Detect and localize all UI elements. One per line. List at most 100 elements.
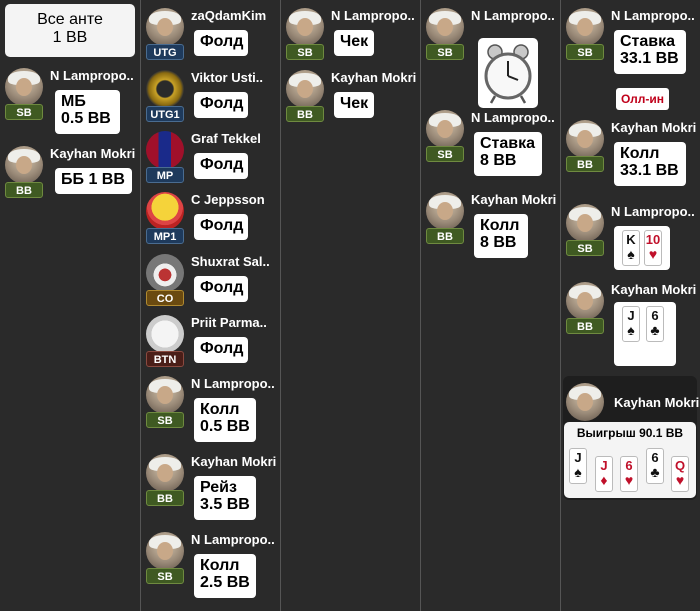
action-label: Фолд <box>194 30 248 56</box>
position-badge: SB <box>146 412 184 428</box>
avatar <box>566 282 604 320</box>
player-name: Shuxrat Sal.. <box>191 254 270 269</box>
winner-name: Kayhan Mokri <box>614 395 700 410</box>
player-name: Graf Tekkel <box>191 131 261 146</box>
avatar <box>5 146 43 184</box>
avatar <box>426 8 464 46</box>
avatar <box>286 8 324 46</box>
avatar <box>566 204 604 242</box>
playing-card: 10 ♥ <box>644 230 662 266</box>
avatar <box>146 532 184 570</box>
player-name: Kayhan Mokri <box>611 120 697 135</box>
avatar <box>426 110 464 148</box>
action-label: Чек <box>334 92 374 118</box>
playing-card: Q ♥ <box>671 456 689 492</box>
position-badge: MP <box>146 167 184 183</box>
player-name: N Lampropo.. <box>191 376 275 391</box>
position-badge: UTG <box>146 44 184 60</box>
avatar <box>286 70 324 108</box>
position-badge: BB <box>5 182 43 198</box>
player-name: Kayhan Mokri <box>331 70 417 85</box>
allin-badge: Олл-ин <box>616 88 670 110</box>
playing-card: 6 ♣ <box>646 448 664 484</box>
avatar <box>146 376 184 414</box>
column-divider <box>280 0 281 611</box>
action-label: Фолд <box>194 276 248 302</box>
position-badge: SB <box>286 44 324 60</box>
player-name: N Lampropo.. <box>50 68 134 83</box>
position-badge: UTG1 <box>146 106 184 122</box>
player-name: Priit Parma.. <box>191 315 267 330</box>
avatar <box>146 70 184 108</box>
position-badge: SB <box>426 146 464 162</box>
avatar <box>566 8 604 46</box>
player-name: Kayhan Mokri <box>471 192 557 207</box>
avatar <box>426 192 464 230</box>
ante-amount: 1 BB <box>52 29 88 46</box>
alarm-clock-icon <box>478 38 538 108</box>
player-name: Viktor Usti.. <box>191 70 264 85</box>
action-label: Колл 33.1 BB <box>614 142 686 186</box>
position-badge: BB <box>426 228 464 244</box>
column-divider <box>420 0 421 611</box>
action-label: Колл 8 BB <box>474 214 528 258</box>
player-name: N Lampropo.. <box>471 110 555 125</box>
winnings-label: Выигрыш 90.1 BB <box>576 426 684 440</box>
position-badge: SB <box>426 44 464 60</box>
playing-card: 6 ♣ <box>646 306 664 342</box>
position-badge: MP1 <box>146 228 184 244</box>
action-label: МБ 0.5 BB <box>55 90 120 134</box>
player-name: Kayhan Mokri <box>50 146 136 161</box>
position-badge: SB <box>146 568 184 584</box>
position-badge: BB <box>566 156 604 172</box>
player-name: N Lampropo.. <box>611 204 695 219</box>
playing-card: J ♠ <box>569 448 587 484</box>
avatar <box>566 383 604 421</box>
column-divider <box>140 0 141 611</box>
hole-cards-sb: K ♠ 10 ♥ <box>614 226 670 270</box>
avatar <box>146 454 184 492</box>
playing-card: J ♦ <box>595 456 613 492</box>
action-label: Фолд <box>194 92 248 118</box>
action-label: ББ 1 BB <box>55 168 132 194</box>
action-label: Фолд <box>194 214 248 240</box>
position-badge: BB <box>566 318 604 334</box>
playing-card: 6 ♥ <box>620 456 638 492</box>
player-name: Kayhan Mokri <box>611 282 697 297</box>
position-badge: CO <box>146 290 184 306</box>
player-name: C Jeppsson <box>191 192 265 207</box>
position-badge: BTN <box>146 351 184 367</box>
action-label: Фолд <box>194 153 248 179</box>
avatar <box>146 254 184 292</box>
action-label: Колл 2.5 BB <box>194 554 256 598</box>
playing-card: K ♠ <box>622 230 640 266</box>
winnings-box: Выигрыш 90.1 BB J ♠ J ♦ 6 ♥ 6 ♣ Q ♥ <box>564 422 696 498</box>
action-label: Чек <box>334 30 374 56</box>
action-label: Колл 0.5 BB <box>194 398 256 442</box>
position-badge: SB <box>566 44 604 60</box>
player-name: N Lampropo.. <box>611 8 695 23</box>
avatar <box>146 192 184 230</box>
player-name: zaQdamKim <box>191 8 267 23</box>
hole-cards-bb: J ♠ 6 ♣ <box>614 302 676 366</box>
playing-card: J ♠ <box>622 306 640 342</box>
action-label: Фолд <box>194 337 248 363</box>
position-badge: SB <box>5 104 43 120</box>
action-label: Ставка 8 BB <box>474 132 542 176</box>
avatar <box>566 120 604 158</box>
column-divider <box>560 0 561 611</box>
player-name: N Lampropo.. <box>471 8 555 23</box>
player-name: Kayhan Mokri <box>191 454 277 469</box>
ante-box: Все анте 1 BB <box>5 4 135 57</box>
player-name: N Lampropo.. <box>331 8 415 23</box>
player-name: N Lampropo.. <box>191 532 275 547</box>
avatar <box>146 131 184 169</box>
avatar <box>5 68 43 106</box>
avatar <box>146 8 184 46</box>
position-badge: BB <box>286 106 324 122</box>
action-label: Рейз 3.5 BB <box>194 476 256 520</box>
position-badge: SB <box>566 240 604 256</box>
position-badge: BB <box>146 490 184 506</box>
ante-label: Все анте <box>37 11 103 28</box>
avatar <box>146 315 184 353</box>
